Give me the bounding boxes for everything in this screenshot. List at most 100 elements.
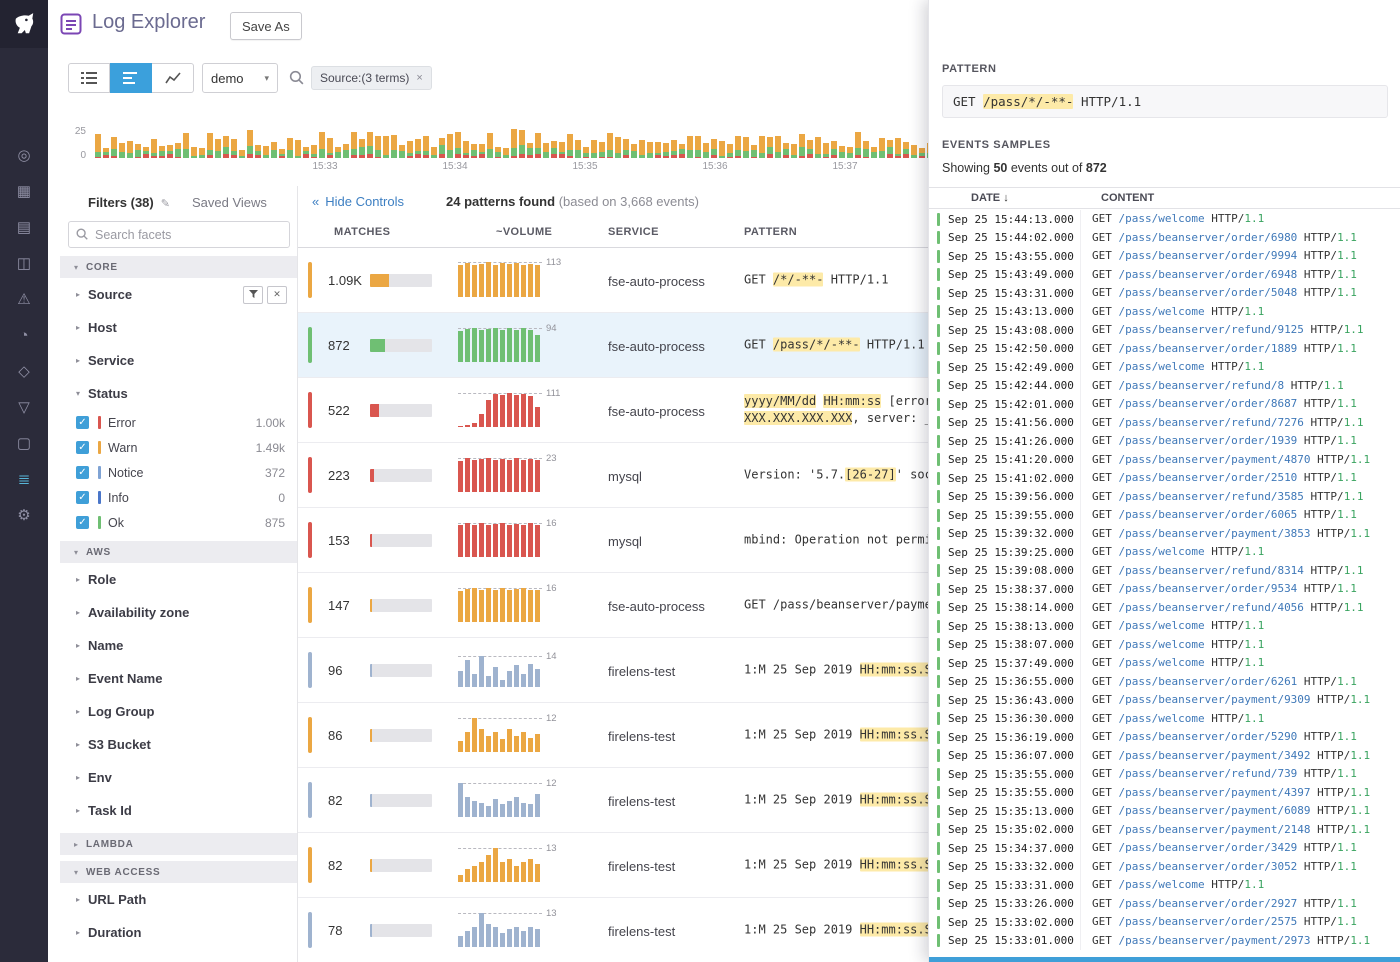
event-row[interactable]: Sep 25 15:39:56.000GET /pass/beanserver/… xyxy=(929,488,1400,507)
filter-icon[interactable] xyxy=(243,286,263,304)
notebooks-icon[interactable]: ▢ xyxy=(13,434,35,454)
checkbox-checked-icon[interactable]: ✓ xyxy=(76,516,89,529)
exclude-icon[interactable]: ✕ xyxy=(267,286,287,304)
facet-service[interactable]: ▸Service xyxy=(60,344,297,377)
facet-section-core[interactable]: ▾CORE xyxy=(60,256,297,278)
column-service[interactable]: SERVICE xyxy=(608,226,659,238)
event-row[interactable]: Sep 25 15:36:07.000GET /pass/beanserver/… xyxy=(929,747,1400,766)
event-row[interactable]: Sep 25 15:42:44.000GET /pass/beanserver/… xyxy=(929,377,1400,396)
metrics-icon[interactable]: ▤ xyxy=(13,218,35,238)
facet-host[interactable]: ▸Host xyxy=(60,311,297,344)
facet-log-group[interactable]: ▸Log Group xyxy=(60,695,297,728)
facet-option-ok[interactable]: ✓Ok875 xyxy=(60,510,297,535)
event-row[interactable]: Sep 25 15:44:02.000GET /pass/beanserver/… xyxy=(929,229,1400,248)
checkbox-checked-icon[interactable]: ✓ xyxy=(76,466,89,479)
column-pattern[interactable]: PATTERN xyxy=(744,226,797,238)
watchdog-icon[interactable]: ◎ xyxy=(13,146,35,166)
facet-env[interactable]: ▸Env xyxy=(60,761,297,794)
facet-source[interactable]: ▸Source✕ xyxy=(60,278,297,311)
patterns-view-button[interactable] xyxy=(110,63,152,93)
datadog-logo[interactable] xyxy=(0,0,48,48)
event-row[interactable]: Sep 25 15:35:55.000GET /pass/beanserver/… xyxy=(929,765,1400,784)
event-row[interactable]: Sep 25 15:43:49.000GET /pass/beanserver/… xyxy=(929,266,1400,285)
event-row[interactable]: Sep 25 15:39:25.000GET /pass/welcome HTT… xyxy=(929,543,1400,562)
facet-option-error[interactable]: ✓Error1.00k xyxy=(60,410,297,435)
facet-s3-bucket[interactable]: ▸S3 Bucket xyxy=(60,728,297,761)
env-selector[interactable]: demo ▾ xyxy=(202,63,278,93)
facet-status[interactable]: ▾Status xyxy=(60,377,297,410)
facet-option-notice[interactable]: ✓Notice372 xyxy=(60,460,297,485)
event-row[interactable]: Sep 25 15:42:49.000GET /pass/welcome HTT… xyxy=(929,358,1400,377)
facet-task-id[interactable]: ▸Task Id xyxy=(60,794,297,827)
event-row[interactable]: Sep 25 15:39:32.000GET /pass/beanserver/… xyxy=(929,525,1400,544)
facet-section-web-access[interactable]: ▾WEB ACCESS xyxy=(60,861,297,883)
event-row[interactable]: Sep 25 15:36:55.000GET /pass/beanserver/… xyxy=(929,673,1400,692)
event-row[interactable]: Sep 25 15:41:20.000GET /pass/beanserver/… xyxy=(929,451,1400,470)
apm-icon[interactable]: ◔ xyxy=(13,326,35,346)
event-row[interactable]: Sep 25 15:33:26.000GET /pass/beanserver/… xyxy=(929,895,1400,914)
monitors-icon[interactable]: ⚠ xyxy=(13,290,35,310)
event-row[interactable]: Sep 25 15:41:02.000GET /pass/beanserver/… xyxy=(929,469,1400,488)
analytics-view-button[interactable] xyxy=(152,63,194,93)
event-row[interactable]: Sep 25 15:37:49.000GET /pass/welcome HTT… xyxy=(929,654,1400,673)
event-row[interactable]: Sep 25 15:35:13.000GET /pass/beanserver/… xyxy=(929,802,1400,821)
save-as-button[interactable]: Save As xyxy=(230,12,302,40)
event-row[interactable]: Sep 25 15:35:02.000GET /pass/beanserver/… xyxy=(929,821,1400,840)
event-row[interactable]: Sep 25 15:35:55.000GET /pass/beanserver/… xyxy=(929,784,1400,803)
remove-filter-icon[interactable]: × xyxy=(416,72,422,84)
facet-section-aws[interactable]: ▾AWS xyxy=(60,541,297,563)
event-row[interactable]: Sep 25 15:42:50.000GET /pass/beanserver/… xyxy=(929,340,1400,359)
event-row[interactable]: Sep 25 15:41:26.000GET /pass/beanserver/… xyxy=(929,432,1400,451)
logs-icon[interactable]: ≣ xyxy=(13,470,35,490)
event-row[interactable]: Sep 25 15:38:13.000GET /pass/welcome HTT… xyxy=(929,617,1400,636)
event-row[interactable]: Sep 25 15:38:14.000GET /pass/beanserver/… xyxy=(929,599,1400,618)
event-row[interactable]: Sep 25 15:41:56.000GET /pass/beanserver/… xyxy=(929,414,1400,433)
facet-event-name[interactable]: ▸Event Name xyxy=(60,662,297,695)
event-row[interactable]: Sep 25 15:43:13.000GET /pass/welcome HTT… xyxy=(929,303,1400,322)
facet-option-warn[interactable]: ✓Warn1.49k xyxy=(60,435,297,460)
event-row[interactable]: Sep 25 15:42:01.000GET /pass/beanserver/… xyxy=(929,395,1400,414)
security-icon[interactable]: ⚙ xyxy=(13,506,35,526)
dashboards-icon[interactable]: ▦ xyxy=(13,182,35,202)
list-view-button[interactable] xyxy=(68,63,110,93)
checkbox-checked-icon[interactable]: ✓ xyxy=(76,416,89,429)
facet-availability-zone[interactable]: ▸Availability zone xyxy=(60,596,297,629)
network-icon[interactable]: ◇ xyxy=(13,362,35,382)
event-row[interactable]: Sep 25 15:36:19.000GET /pass/beanserver/… xyxy=(929,728,1400,747)
facet-role[interactable]: ▸Role xyxy=(60,563,297,596)
column-date[interactable]: DATE ↓ xyxy=(971,192,1009,204)
event-row[interactable]: Sep 25 15:34:37.000GET /pass/beanserver/… xyxy=(929,839,1400,858)
event-row[interactable]: Sep 25 15:38:07.000GET /pass/welcome HTT… xyxy=(929,636,1400,655)
facet-duration[interactable]: ▸Duration xyxy=(60,916,297,949)
tab-filters[interactable]: Filters (38)✎ xyxy=(88,195,170,210)
facet-section-lambda[interactable]: ▸LAMBDA xyxy=(60,833,297,855)
event-row[interactable]: Sep 25 15:38:37.000GET /pass/beanserver/… xyxy=(929,580,1400,599)
tab-saved-views[interactable]: Saved Views xyxy=(192,195,267,210)
facet-name[interactable]: ▸Name xyxy=(60,629,297,662)
column-matches[interactable]: MATCHES xyxy=(334,226,390,238)
checkbox-checked-icon[interactable]: ✓ xyxy=(76,491,89,504)
event-row[interactable]: Sep 25 15:33:01.000GET /pass/beanserver/… xyxy=(929,932,1400,951)
column-content[interactable]: CONTENT xyxy=(1101,192,1154,204)
column-volume[interactable]: ~VOLUME xyxy=(496,226,552,238)
community-icon[interactable]: ◫ xyxy=(13,254,35,274)
event-row[interactable]: Sep 25 15:43:31.000GET /pass/beanserver/… xyxy=(929,284,1400,303)
event-row[interactable]: Sep 25 15:44:13.000GET /pass/welcome HTT… xyxy=(929,210,1400,229)
search-filter-tag[interactable]: Source:(3 terms) × xyxy=(311,66,432,90)
event-row[interactable]: Sep 25 15:33:31.000GET /pass/welcome HTT… xyxy=(929,876,1400,895)
event-row[interactable]: Sep 25 15:39:08.000GET /pass/beanserver/… xyxy=(929,562,1400,581)
event-row[interactable]: Sep 25 15:36:30.000GET /pass/welcome HTT… xyxy=(929,710,1400,729)
event-row[interactable]: Sep 25 15:33:02.000GET /pass/beanserver/… xyxy=(929,913,1400,932)
edit-filters-icon[interactable]: ✎ xyxy=(161,198,170,210)
facet-url-path[interactable]: ▸URL Path xyxy=(60,883,297,916)
event-row[interactable]: Sep 25 15:36:43.000GET /pass/beanserver/… xyxy=(929,691,1400,710)
event-row[interactable]: Sep 25 15:39:55.000GET /pass/beanserver/… xyxy=(929,506,1400,525)
hide-controls-link[interactable]: « Hide Controls xyxy=(312,194,404,209)
pipelines-icon[interactable]: ▽ xyxy=(13,398,35,418)
search-facets-input[interactable] xyxy=(68,221,290,248)
facet-option-info[interactable]: ✓Info0 xyxy=(60,485,297,510)
checkbox-checked-icon[interactable]: ✓ xyxy=(76,441,89,454)
event-row[interactable]: Sep 25 15:43:08.000GET /pass/beanserver/… xyxy=(929,321,1400,340)
event-row[interactable]: Sep 25 15:33:32.000GET /pass/beanserver/… xyxy=(929,858,1400,877)
event-row[interactable]: Sep 25 15:43:55.000GET /pass/beanserver/… xyxy=(929,247,1400,266)
